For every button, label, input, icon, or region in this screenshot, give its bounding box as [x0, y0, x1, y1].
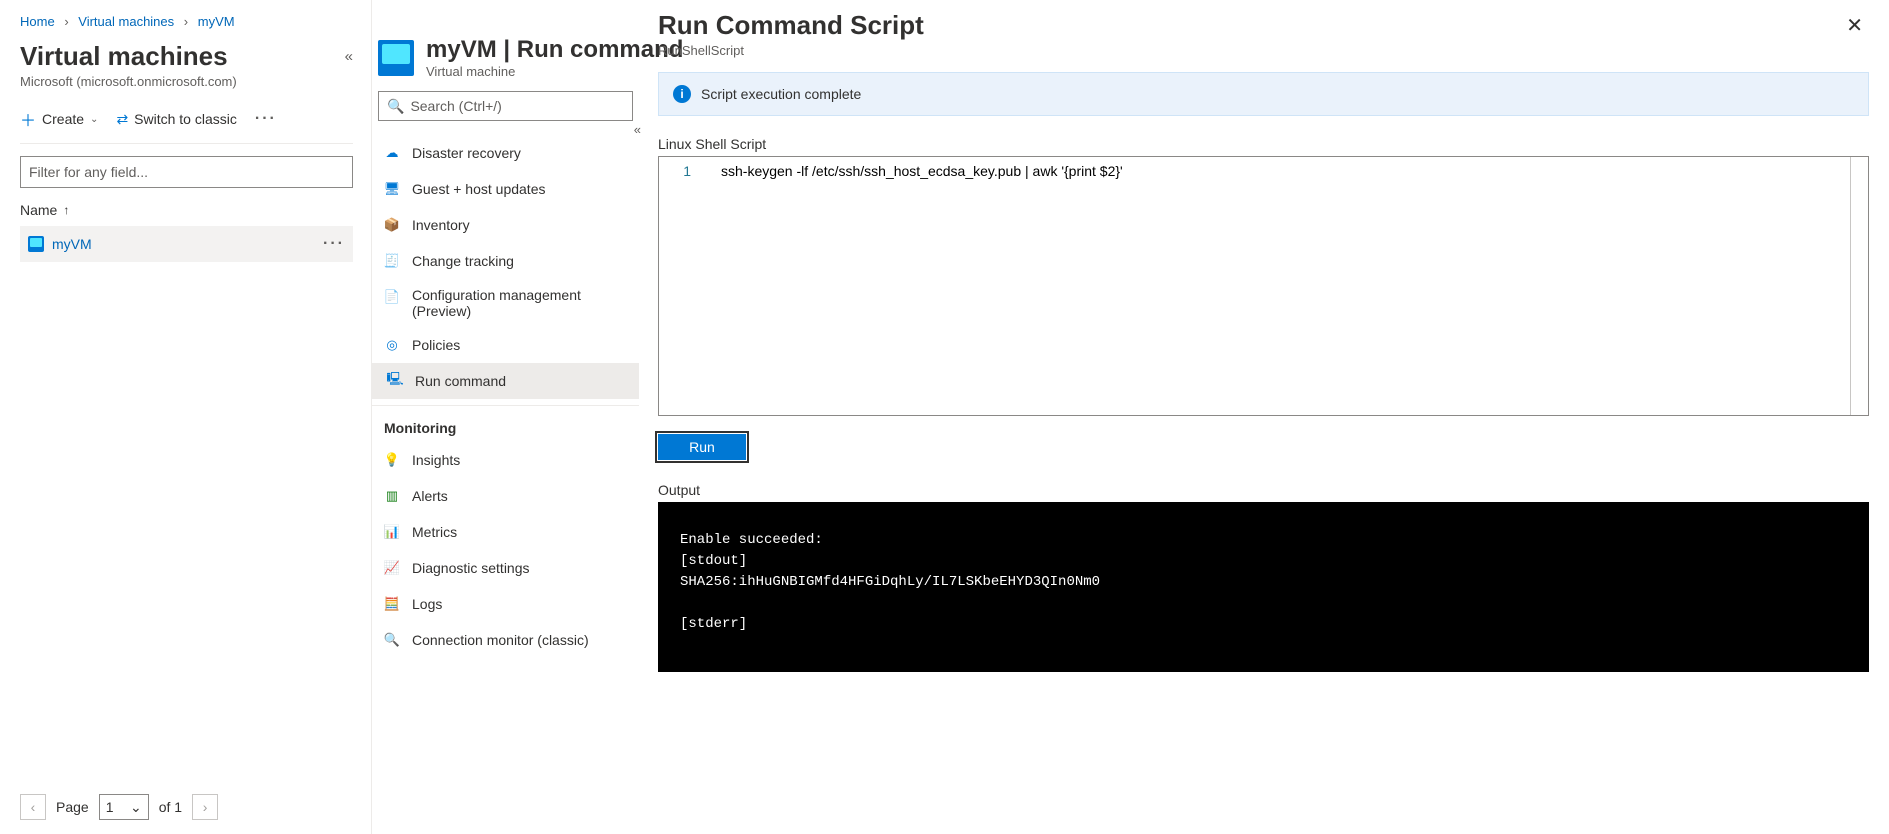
row-more-button[interactable]: ···	[323, 235, 345, 253]
line-number: 1	[659, 163, 699, 179]
diagnostic-icon: 📈	[384, 560, 400, 576]
nav-section-monitoring: Monitoring	[372, 405, 639, 442]
column-header-name[interactable]: Name ↑	[20, 202, 353, 224]
run-button[interactable]: Run	[658, 434, 746, 460]
status-message: Script execution complete	[701, 86, 861, 102]
switch-classic-button[interactable]: ⇄ Switch to classic	[116, 111, 236, 128]
breadcrumb-vm[interactable]: myVM	[198, 14, 235, 29]
output-label: Output	[658, 482, 1869, 498]
directory-subtitle: Microsoft (microsoft.onmicrosoft.com)	[20, 74, 353, 89]
logs-icon: 🧮	[384, 596, 400, 612]
resource-type: Virtual machine	[426, 64, 683, 79]
breadcrumb-vms[interactable]: Virtual machines	[78, 14, 174, 29]
script-content: ssh-keygen -lf /etc/ssh/ssh_host_ecdsa_k…	[721, 163, 1123, 179]
nav-insights[interactable]: 💡Insights	[372, 442, 639, 478]
resource-search[interactable]: 🔍	[378, 91, 633, 121]
script-label: Linux Shell Script	[658, 136, 1869, 152]
sort-asc-icon: ↑	[63, 203, 69, 217]
vm-icon	[28, 236, 44, 252]
connection-icon: 🔍	[384, 632, 400, 648]
page-title: Virtual machines	[20, 41, 228, 72]
scrollbar[interactable]	[1850, 157, 1868, 415]
page-select[interactable]: 1 ⌄	[99, 794, 149, 820]
policy-icon: ◎	[384, 337, 400, 353]
search-icon: 🔍	[387, 98, 404, 115]
nav-run-command[interactable]: 🖳Run command	[372, 363, 639, 399]
bulb-icon: 💡	[384, 452, 400, 468]
cloud-icon: ☁	[384, 145, 400, 161]
more-actions-button[interactable]: ···	[255, 110, 277, 128]
vm-name-link[interactable]: myVM	[52, 236, 92, 252]
plus-icon: ＋	[20, 107, 36, 131]
create-button[interactable]: ＋ Create ⌄	[20, 107, 98, 131]
nav-metrics[interactable]: 📊Metrics	[372, 514, 639, 550]
nav-disaster-recovery[interactable]: ☁Disaster recovery	[372, 135, 639, 171]
table-row[interactable]: myVM ···	[20, 226, 353, 262]
nav-connection-monitor[interactable]: 🔍Connection monitor (classic)	[372, 622, 639, 658]
tracking-icon: 🧾	[384, 253, 400, 269]
monitor-icon: 🖥	[384, 181, 400, 197]
breadcrumb: Home › Virtual machines › myVM	[20, 0, 353, 29]
close-icon[interactable]: ✕	[1840, 10, 1869, 42]
chevron-right-icon: ›	[64, 14, 68, 29]
swap-icon: ⇄	[116, 111, 128, 128]
nav-logs[interactable]: 🧮Logs	[372, 586, 639, 622]
panel-subtitle: RunShellScript	[658, 43, 924, 58]
resource-title: myVM | Run command	[426, 36, 683, 64]
nav-config-mgmt[interactable]: 📄Configuration management (Preview)	[372, 279, 639, 327]
page-next-button[interactable]: ›	[192, 794, 218, 820]
script-editor[interactable]: 1 ssh-keygen -lf /etc/ssh/ssh_host_ecdsa…	[658, 156, 1869, 416]
chevron-right-icon: ›	[184, 14, 188, 29]
nav-guest-host-updates[interactable]: 🖥Guest + host updates	[372, 171, 639, 207]
nav-inventory[interactable]: 📦Inventory	[372, 207, 639, 243]
page-prev-button[interactable]: ‹	[20, 794, 46, 820]
nav-policies[interactable]: ◎Policies	[372, 327, 639, 363]
search-input[interactable]	[410, 98, 624, 114]
nav-alerts[interactable]: ▥Alerts	[372, 478, 639, 514]
terminal-icon: 🖳	[387, 373, 403, 389]
info-icon: i	[673, 85, 691, 103]
document-icon: 📄	[384, 289, 400, 305]
status-banner: i Script execution complete	[658, 72, 1869, 116]
paginator: ‹ Page 1 ⌄ of 1 ›	[20, 794, 218, 820]
chart-icon: 📊	[384, 524, 400, 540]
filter-input[interactable]	[20, 156, 353, 188]
chevron-down-icon: ⌄	[90, 114, 98, 125]
collapse-blade-icon[interactable]: «	[345, 48, 353, 65]
vm-icon	[378, 40, 414, 76]
panel-title: Run Command Script	[658, 10, 924, 41]
breadcrumb-home[interactable]: Home	[20, 14, 55, 29]
collapse-nav-icon[interactable]: «	[634, 122, 641, 137]
nav-change-tracking[interactable]: 🧾Change tracking	[372, 243, 639, 279]
nav-diagnostic-settings[interactable]: 📈Diagnostic settings	[372, 550, 639, 586]
chevron-down-icon: ⌄	[130, 799, 142, 816]
alert-icon: ▥	[384, 488, 400, 504]
box-icon: 📦	[384, 217, 400, 233]
output-console: Enable succeeded: [stdout] SHA256:ihHuGN…	[658, 502, 1869, 672]
